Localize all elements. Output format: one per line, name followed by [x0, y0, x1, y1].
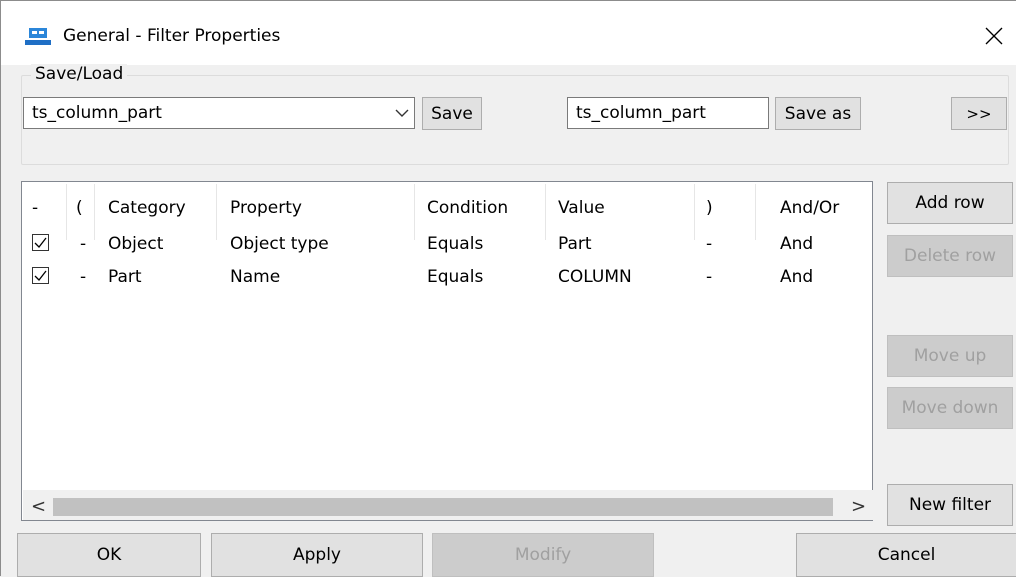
column-separator: [414, 184, 415, 240]
row-and-or[interactable]: And: [780, 267, 813, 287]
horizontal-scrollbar[interactable]: < >: [23, 490, 873, 520]
column-separator: [694, 184, 695, 240]
column-separator: [755, 184, 756, 240]
move-up-button[interactable]: Move up: [887, 335, 1013, 377]
column-separator: [66, 184, 67, 240]
scroll-left-arrow-icon[interactable]: <: [31, 496, 46, 517]
chevron-down-icon: [395, 109, 409, 117]
column-header-value[interactable]: Value: [558, 198, 605, 218]
add-row-button[interactable]: Add row: [887, 182, 1013, 224]
delete-row-button[interactable]: Delete row: [887, 235, 1013, 277]
column-separator: [216, 184, 217, 240]
row-category[interactable]: Object: [108, 234, 163, 254]
row-property[interactable]: Name: [230, 267, 280, 287]
column-header-and-or[interactable]: And/Or: [780, 198, 839, 218]
column-separator: [545, 184, 546, 240]
title-bar: General - Filter Properties: [1, 1, 1016, 65]
window-title: General - Filter Properties: [63, 26, 281, 46]
row-and-or[interactable]: And: [780, 234, 813, 254]
move-down-button[interactable]: Move down: [887, 387, 1013, 429]
new-filter-button[interactable]: New filter: [887, 484, 1013, 526]
row-value[interactable]: Part: [558, 234, 592, 254]
column-separator: [94, 184, 95, 240]
column-header-category[interactable]: Category: [108, 198, 186, 218]
modify-button[interactable]: Modify: [432, 533, 654, 577]
row-condition[interactable]: Equals: [427, 234, 483, 254]
scroll-right-arrow-icon[interactable]: >: [851, 496, 866, 517]
row-open-paren[interactable]: -: [80, 267, 86, 287]
row-close-paren[interactable]: -: [706, 234, 712, 254]
row-value[interactable]: COLUMN: [558, 267, 632, 287]
row-enable-checkbox[interactable]: [32, 234, 49, 251]
filter-properties-dialog: General - Filter Properties Save/Load ts…: [0, 0, 1016, 577]
tekla-app-icon: [25, 28, 51, 45]
checkmark-icon: [34, 237, 47, 248]
column-header-property[interactable]: Property: [230, 198, 302, 218]
row-category[interactable]: Part: [108, 267, 142, 287]
ok-button[interactable]: OK: [17, 533, 201, 577]
row-open-paren[interactable]: -: [80, 234, 86, 254]
save-as-button[interactable]: Save as: [775, 97, 861, 130]
filter-grid[interactable]: - ( Category Property Condition Value ) …: [21, 181, 873, 521]
save-as-input[interactable]: [567, 97, 769, 129]
cancel-button[interactable]: Cancel: [796, 533, 1016, 577]
save-load-legend: Save/Load: [31, 64, 128, 84]
column-header-enable[interactable]: -: [32, 198, 38, 218]
scrollbar-thumb[interactable]: [53, 498, 833, 516]
column-header-condition[interactable]: Condition: [427, 198, 508, 218]
settings-combo-value: ts_column_part: [32, 103, 162, 123]
close-button[interactable]: [971, 13, 1016, 59]
column-header-close-paren[interactable]: ): [706, 198, 713, 218]
row-enable-checkbox[interactable]: [32, 267, 49, 284]
row-condition[interactable]: Equals: [427, 267, 483, 287]
column-header-open-paren[interactable]: (: [76, 198, 83, 218]
apply-button[interactable]: Apply: [211, 533, 423, 577]
row-close-paren[interactable]: -: [706, 267, 712, 287]
settings-combo[interactable]: ts_column_part: [23, 97, 415, 129]
save-button[interactable]: Save: [422, 97, 482, 130]
row-property[interactable]: Object type: [230, 234, 329, 254]
expand-button[interactable]: >>: [951, 97, 1007, 130]
checkmark-icon: [34, 270, 47, 281]
close-icon: [985, 27, 1003, 45]
